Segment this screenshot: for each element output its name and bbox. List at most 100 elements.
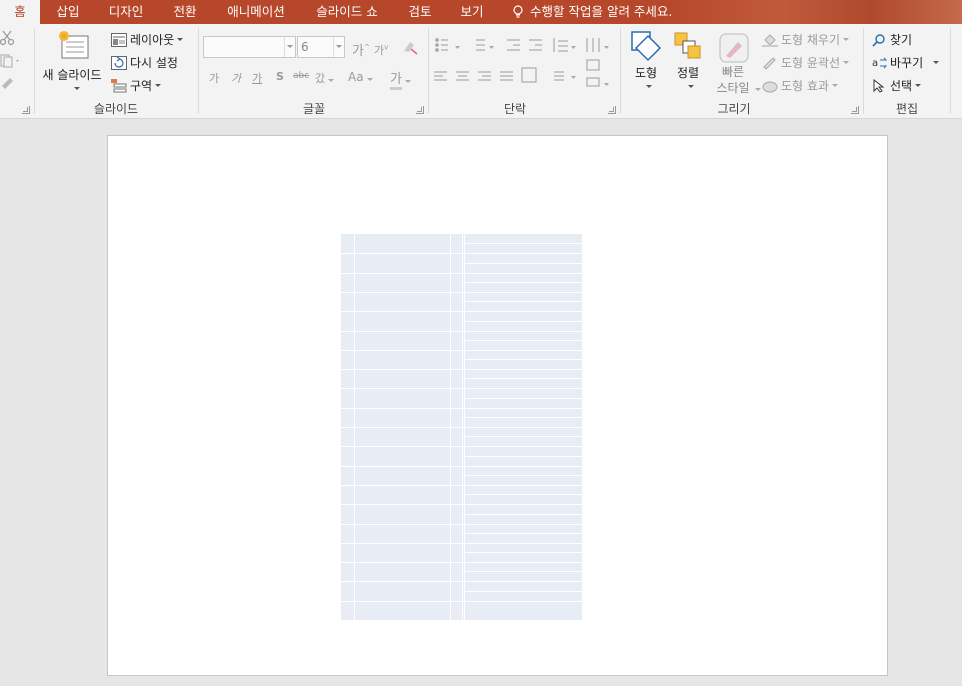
bold-button[interactable]: 가 xyxy=(209,70,219,86)
effects-icon xyxy=(762,81,778,92)
table-cell-divider xyxy=(464,321,582,322)
table-cell-divider xyxy=(464,475,582,476)
table-row-divider xyxy=(341,504,582,505)
shape-outline-button[interactable]: 도형 윤곽선 xyxy=(762,54,850,71)
quick-styles-icon xyxy=(719,33,749,63)
reset-label: 다시 설정 xyxy=(130,56,178,70)
font-launcher[interactable] xyxy=(416,106,424,114)
tab-insert[interactable]: 삽입 xyxy=(50,0,86,24)
table-cell-divider xyxy=(464,340,582,341)
shapes-button[interactable]: 도형 xyxy=(626,28,666,98)
tab-design[interactable]: 디자인 xyxy=(102,0,150,24)
table-cell-divider xyxy=(464,359,582,360)
table-row-divider xyxy=(341,350,582,351)
drawing-group-label: 그리기 xyxy=(717,102,751,116)
separator xyxy=(620,28,621,114)
select-label: 선택 xyxy=(890,79,913,93)
ribbon-home: 새 슬라이드 레이아웃 다시 설정 구역 슬라이드 6 가^ 가v 가 가 가 … xyxy=(0,24,962,119)
editing-group-label: 편집 xyxy=(895,102,919,116)
separator xyxy=(428,28,429,114)
table-cell-divider xyxy=(464,378,582,379)
shrink-font-icon[interactable]: 가v xyxy=(374,42,388,58)
chevron-down-icon xyxy=(366,78,373,81)
shape-fill-label: 도형 채우기 xyxy=(781,33,841,47)
arrange-button[interactable]: 정렬 xyxy=(668,28,708,98)
table-cell-divider xyxy=(464,436,582,437)
table-cell-divider xyxy=(464,263,582,264)
table-cell-divider xyxy=(464,571,582,572)
font-name-combo[interactable] xyxy=(203,36,296,58)
character-spacing-button[interactable]: 갔 xyxy=(315,70,335,86)
shapes-icon xyxy=(631,31,662,62)
paragraph-launcher[interactable] xyxy=(608,106,616,114)
shadow-button[interactable]: S xyxy=(276,70,284,83)
clipboard-launcher[interactable] xyxy=(22,106,30,114)
tab-review[interactable]: 검토 xyxy=(402,0,438,24)
replace-icon: a xyxy=(872,57,888,69)
tell-me-search[interactable]: 수행할 작업을 알려 주세요. xyxy=(512,0,672,24)
table-row-divider xyxy=(341,543,582,544)
chevron-down-icon[interactable] xyxy=(333,37,344,57)
separator xyxy=(34,28,35,114)
pen-icon xyxy=(763,56,776,70)
font-size-combo[interactable]: 6 xyxy=(297,36,345,58)
tell-me-label: 수행할 작업을 알려 주세요. xyxy=(530,4,673,19)
find-label: 찾기 xyxy=(890,33,913,47)
quick-styles-label-2: 스타일 xyxy=(716,81,750,95)
copy-icon[interactable] xyxy=(0,54,20,68)
table-cell-divider xyxy=(464,301,582,302)
layout-button[interactable]: 레이아웃 xyxy=(111,31,184,48)
ribbon-tab-bar: 홈 삽입 디자인 전환 애니메이션 슬라이드 쇼 검토 보기 수행할 작업을 알… xyxy=(0,0,962,24)
clear-formatting-icon[interactable] xyxy=(401,39,419,55)
table-row-divider xyxy=(341,601,582,602)
separator xyxy=(198,28,199,114)
quick-styles-button[interactable]: 빠른 스타일 xyxy=(710,28,761,100)
table-row-divider xyxy=(341,273,582,274)
tab-home[interactable]: 홈 xyxy=(0,0,40,24)
format-painter-icon[interactable] xyxy=(0,76,16,90)
table-cell-divider xyxy=(464,514,582,515)
table-row-divider xyxy=(341,562,582,563)
tab-slide-show[interactable]: 슬라이드 쇼 xyxy=(308,0,386,24)
table-row-divider xyxy=(341,311,582,312)
select-button[interactable]: 선택 xyxy=(872,77,922,94)
chevron-down-icon xyxy=(74,87,80,90)
chevron-down-icon xyxy=(755,88,761,91)
grow-font-icon[interactable]: 가^ xyxy=(352,40,370,59)
drawing-launcher[interactable] xyxy=(851,106,859,114)
font-color-button[interactable]: 가 xyxy=(390,68,411,90)
reset-button[interactable]: 다시 설정 xyxy=(111,54,178,71)
section-button[interactable]: 구역 xyxy=(111,77,162,94)
replace-button[interactable]: a 바꾸기 xyxy=(872,54,940,71)
chevron-down-icon[interactable] xyxy=(284,37,295,57)
replace-label: 바꾸기 xyxy=(890,56,924,70)
find-button[interactable]: 찾기 xyxy=(872,31,912,48)
slide-table[interactable] xyxy=(341,234,582,620)
chevron-down-icon xyxy=(177,38,184,41)
underline-button[interactable]: 가 xyxy=(252,70,262,86)
arrange-label: 정렬 xyxy=(676,66,700,80)
search-icon xyxy=(872,33,885,47)
table-row-divider xyxy=(341,369,582,370)
strikethrough-button[interactable]: abc xyxy=(293,71,309,81)
tab-animations[interactable]: 애니메이션 xyxy=(220,0,292,24)
cut-icon[interactable] xyxy=(0,30,16,46)
section-icon xyxy=(111,78,127,92)
tab-transitions[interactable]: 전환 xyxy=(166,0,204,24)
italic-button[interactable]: 가 xyxy=(231,70,241,86)
table-cell-divider xyxy=(464,552,582,553)
chevron-down-icon xyxy=(328,79,335,82)
table-cell-divider xyxy=(464,398,582,399)
new-slide-button[interactable]: 새 슬라이드 xyxy=(38,28,106,96)
table-row-divider xyxy=(341,524,582,525)
change-case-button[interactable]: Aa xyxy=(348,70,373,84)
tab-view[interactable]: 보기 xyxy=(454,0,490,24)
chevron-down-icon xyxy=(915,84,922,87)
table-row-divider xyxy=(341,466,582,467)
svg-text:a: a xyxy=(872,58,878,69)
lightbulb-icon xyxy=(513,5,523,18)
shape-fill-button[interactable]: 도형 채우기 xyxy=(762,31,850,48)
change-case-label: Aa xyxy=(348,70,364,84)
shape-effects-button[interactable]: 도형 효과 xyxy=(762,77,838,94)
chevron-down-icon xyxy=(404,80,411,83)
